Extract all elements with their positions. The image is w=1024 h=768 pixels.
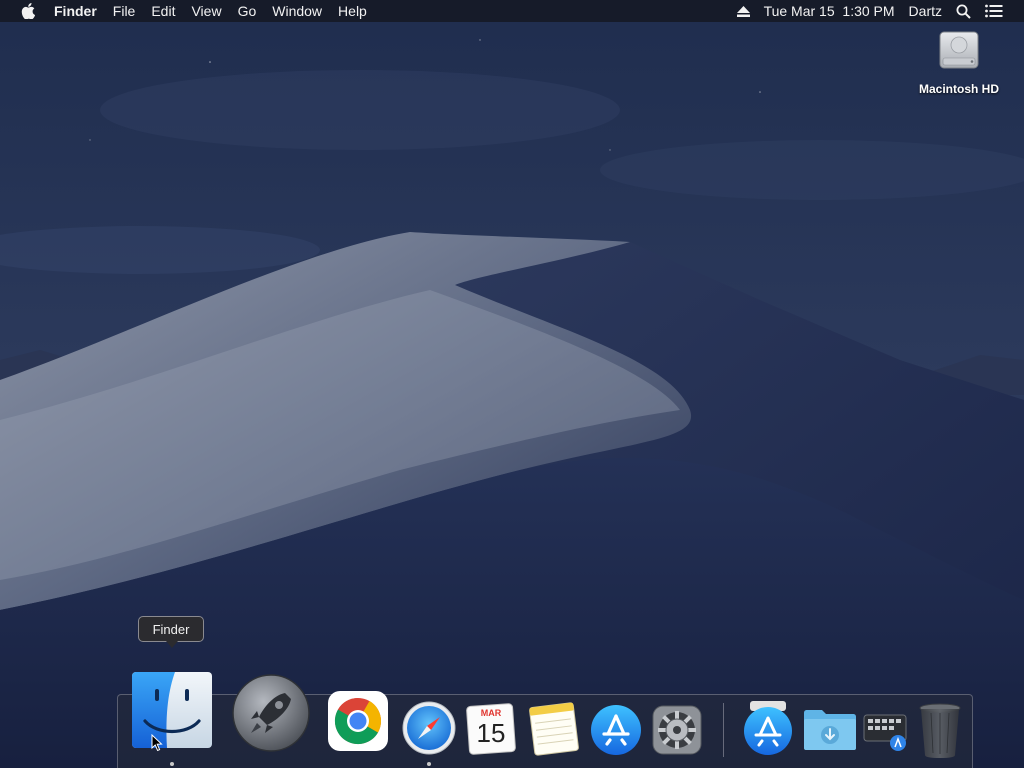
running-indicator xyxy=(170,762,174,766)
downloads-folder-icon xyxy=(804,710,856,750)
menu-help[interactable]: Help xyxy=(330,0,375,22)
mouse-pointer-icon xyxy=(151,734,163,752)
menu-bar: Finder File Edit View Go Window Help Tue… xyxy=(0,0,1024,22)
calendar-month: MAR xyxy=(480,708,502,718)
calendar-day: 15 xyxy=(476,718,506,748)
launchpad-rocket-icon xyxy=(232,674,310,752)
desktop: Finder File Edit View Go Window Help Tue… xyxy=(0,0,1024,768)
dock-item-app-store[interactable] xyxy=(590,704,642,756)
desktop-icon-label: Macintosh HD xyxy=(918,82,999,96)
menu-app-finder[interactable]: Finder xyxy=(46,0,105,22)
dock-item-chrome[interactable] xyxy=(328,691,388,751)
dock-tooltip: Finder xyxy=(138,616,204,648)
apple-icon[interactable] xyxy=(16,3,40,19)
user-menu[interactable]: Dartz xyxy=(902,0,949,22)
safari-compass-icon xyxy=(402,701,456,755)
chrome-icon xyxy=(328,691,388,751)
running-indicator xyxy=(427,762,431,766)
clock-datetime[interactable]: Tue Mar 15 1:30 PM xyxy=(757,0,902,22)
dock-item-recent-stack[interactable] xyxy=(862,709,910,753)
dock-item-calendar[interactable]: MAR 15 xyxy=(466,703,516,755)
stack-grid-icon xyxy=(863,714,907,751)
menu-edit[interactable]: Edit xyxy=(143,0,183,22)
desktop-icon-macintosh-hd[interactable]: Macintosh HD xyxy=(906,28,1012,96)
dock-item-launchpad[interactable] xyxy=(231,673,311,753)
trash-icon xyxy=(919,703,961,758)
dock-item-notes[interactable] xyxy=(528,701,580,757)
dock-item-system-preferences[interactable] xyxy=(652,705,702,755)
menu-window[interactable]: Window xyxy=(264,0,330,22)
dock-divider xyxy=(723,703,724,757)
finder-icon xyxy=(132,672,212,748)
notification-center-icon[interactable] xyxy=(978,4,1010,18)
hard-drive-icon xyxy=(937,28,981,72)
dock-item-safari[interactable] xyxy=(402,701,456,755)
spotlight-search-icon[interactable] xyxy=(949,4,978,19)
menu-go[interactable]: Go xyxy=(230,0,265,22)
dock-item-trash[interactable] xyxy=(918,703,962,759)
notes-icon xyxy=(529,702,579,756)
dock-item-finder[interactable] xyxy=(131,671,213,749)
eject-icon[interactable] xyxy=(730,5,757,17)
menu-view[interactable]: View xyxy=(183,0,229,22)
app-store-icon xyxy=(591,705,641,755)
gear-icon xyxy=(652,705,702,755)
app-store-stack-icon xyxy=(744,701,792,755)
dock: MAR 15 xyxy=(117,672,973,768)
menu-file[interactable]: File xyxy=(105,0,144,22)
dock-item-applications-stack[interactable] xyxy=(742,701,794,757)
wallpaper xyxy=(0,0,1024,768)
dock-item-downloads-folder[interactable] xyxy=(802,707,858,751)
